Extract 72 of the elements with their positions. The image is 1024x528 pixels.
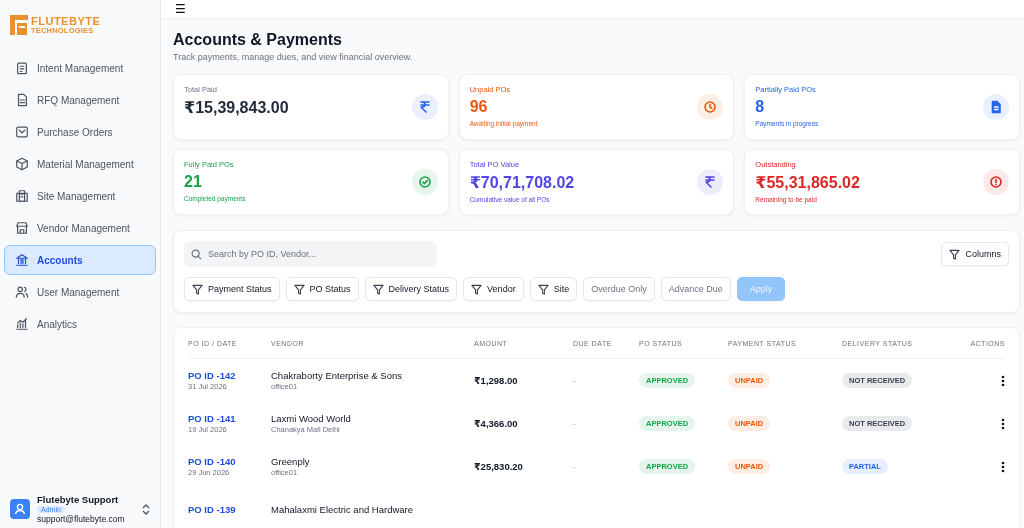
filter-icon [537,283,549,295]
store-icon [15,221,29,235]
user-name: Flutebyte Support [37,494,119,505]
search-field[interactable]: Search by PO ID, Vendor... [184,241,437,267]
due-date-cell: - [573,376,576,385]
po-link[interactable]: PO ID -141 [188,413,236,424]
toggle-button[interactable]: Overdue Only [583,277,655,301]
more-vertical-icon[interactable] [1001,460,1005,473]
filter-button[interactable]: Delivery Status [364,277,458,301]
brand-name: FLUTEBYTE [31,15,101,27]
sidebar-item[interactable]: Accounts [4,245,156,275]
user-avatar-icon [10,499,30,519]
rupee-icon [697,169,724,195]
logo-icon [10,15,28,35]
due-date-cell: - [573,462,576,471]
sidebar-item[interactable]: Intent Management [4,53,156,83]
document-icon [983,94,1009,120]
clipboard-icon [15,61,29,75]
card-value: 96 [469,98,489,116]
bank-icon [15,253,29,267]
more-vertical-icon[interactable] [1001,374,1005,387]
page-subtitle: Track payments, manage dues, and view financial overview. [173,52,414,62]
search-icon [191,248,202,260]
chart-icon [15,317,29,331]
vendor-name: Greenply [271,456,310,467]
more-vertical-icon[interactable] [1001,417,1005,430]
due-date-cell: - [573,419,576,428]
card-value: ₹70,71,708.02 [469,173,576,192]
filter-icon [949,248,961,260]
sidebar-item[interactable]: Vendor Management [4,213,156,243]
columns-button[interactable]: Columns [941,242,1009,266]
clock-icon [697,94,724,120]
sidebar-item[interactable]: RFQ Management [4,85,156,115]
menu-button[interactable]: ☰ [171,0,190,18]
toggle-button[interactable]: Advance Due [660,277,731,301]
filter-icon [372,283,384,295]
filter-icon [471,283,483,295]
vendor-name: Mahalaxmi Electric and Hardware [271,504,414,515]
vendor-name: Laxmi Wood World [271,413,351,424]
building-icon [15,189,29,203]
chevron-up-down-icon [142,503,150,515]
filter-button[interactable]: Site [529,277,578,301]
filter-icon [192,283,203,295]
card-value: ₹55,31,865.02 [755,173,861,192]
box-icon [15,157,29,171]
sidebar-item[interactable]: User Management [4,277,156,307]
amount-cell: ₹1,298.00 [474,375,518,386]
card-value: ₹15,39,843.00 [184,98,290,117]
page-title: Accounts & Payments [173,31,343,49]
document-icon [15,93,29,107]
user-email: support@flutebyte.com [37,514,125,524]
filter-button[interactable]: Payment Status [184,277,280,301]
filter-button[interactable]: Vendor [463,277,524,301]
alert-icon [983,169,1009,195]
amount-cell: ₹25,830.20 [474,461,523,472]
card-value: 8 [755,98,766,116]
users-icon [15,285,29,299]
sidebar-item[interactable]: Purchase Orders [4,117,156,147]
sidebar-item[interactable]: Analytics [4,309,156,339]
amount-cell: ₹4,366.00 [474,418,518,429]
card-value: 21 [184,173,203,191]
vendor-name: Chakraborty Enterprise & Sons [271,370,402,381]
filter-button[interactable]: PO Status [285,277,359,301]
sidebar-item[interactable]: Material Management [4,149,156,179]
po-link[interactable]: PO ID -142 [188,370,236,381]
po-link[interactable]: PO ID -139 [188,504,236,515]
check-circle-icon [411,169,438,195]
po-link[interactable]: PO ID -140 [188,456,236,467]
rupee-icon [411,94,438,120]
sidebar-item[interactable]: Site Management [4,181,156,211]
filter-icon [293,283,305,295]
inbox-icon [15,125,29,139]
